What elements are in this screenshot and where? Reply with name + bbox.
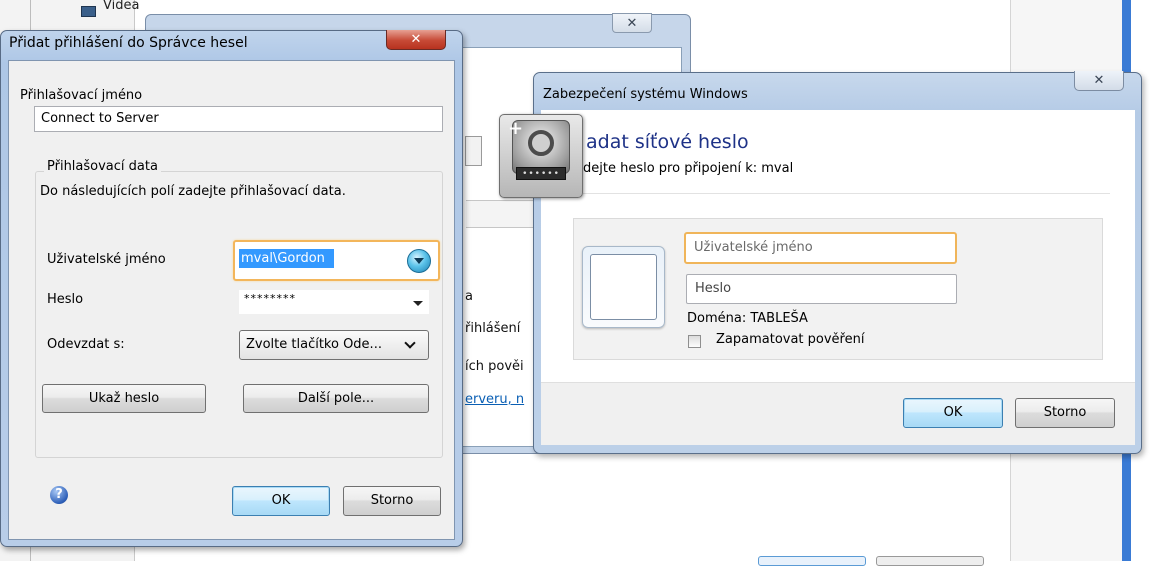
background-button-secondary[interactable] [876,556,984,566]
background-button-primary[interactable] [758,556,866,566]
windows-security-dialog-title: Zabezpečení systému Windows [543,87,748,102]
network-password-subheading: dejte heslo pro připojení k: mval [583,161,794,176]
password-dropdown-icon[interactable] [413,301,423,306]
background-window-close-button[interactable]: ✕ [612,13,652,33]
windows-security-close-button[interactable]: ✕ [1074,71,1124,91]
background-window-text-login: řihlášení [465,321,521,336]
login-data-group [35,171,443,458]
divider [583,193,1110,194]
network-password-heading: adat síťové heslo [586,131,749,153]
help-icon[interactable]: ? [50,486,68,504]
login-name-input[interactable]: Connect to Server [34,106,443,132]
network-username-input[interactable]: Uživatelské jméno [684,232,957,264]
plus-icon: + [508,118,524,139]
remember-credentials-checkbox[interactable] [688,335,701,348]
show-password-button[interactable]: Ukaž heslo [42,384,206,413]
submit-with-select[interactable]: Zvolte tlačítko Ode... [239,330,429,360]
domain-text: Doména: TABLEŠA [687,311,808,326]
background-window-text-credentials: ích pověi [465,359,524,374]
username-label: Uživatelské jméno [47,252,166,267]
login-data-hint: Do následujících polí zadejte přihlašova… [40,184,346,199]
cancel-button[interactable]: Storno [343,486,441,516]
submit-with-label: Odevzdat s: [47,337,125,352]
network-ok-button[interactable]: OK [903,398,1003,428]
background-window-field [465,136,482,166]
login-name-label: Přihlašovací jméno [20,88,143,103]
video-folder-icon [81,6,96,17]
password-label: Heslo [47,292,84,307]
more-fields-button[interactable]: Další pole... [243,384,429,413]
explorer-item-videa[interactable]: Videa [103,0,139,13]
dropdown-arrow-icon [414,258,424,264]
avatar [590,254,657,320]
remember-credentials-label[interactable]: Zapamatovat pověření [716,332,864,347]
login-data-group-legend: Přihlašovací data [44,159,161,174]
network-cancel-button[interactable]: Storno [1015,398,1115,428]
password-input[interactable]: ******** [244,292,296,305]
background-window-link[interactable]: erveru, n [465,392,524,407]
background-window-bar [466,200,538,228]
password-dots-icon: •••••• [516,167,566,180]
ok-button[interactable]: OK [232,486,330,516]
background-window-text-a: a [465,289,473,304]
network-password-input[interactable]: Heslo [686,274,957,304]
add-login-dialog-close-button[interactable]: ✕ [386,30,446,50]
gear-dial-icon [528,130,554,156]
username-input[interactable]: mval\Gordon [239,249,334,268]
add-login-dialog-title: Přidat přihlášení do Správce hesel [9,35,248,51]
